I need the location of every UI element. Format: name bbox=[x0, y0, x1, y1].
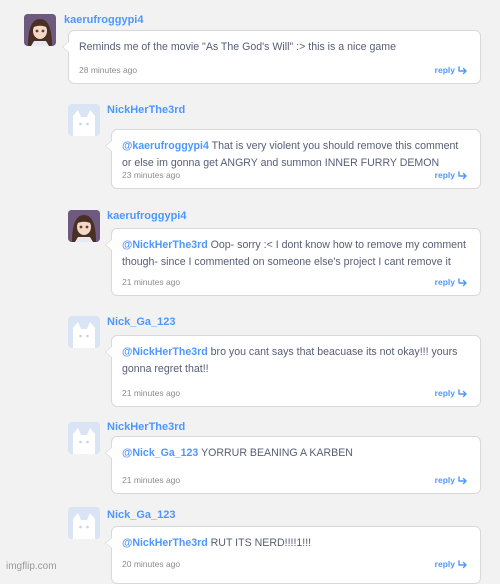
reply-button[interactable]: reply bbox=[435, 475, 468, 485]
comment-timestamp: 23 minutes ago bbox=[122, 170, 181, 180]
reply-arrow-icon bbox=[458, 277, 468, 287]
comment-timestamp: 21 minutes ago bbox=[122, 388, 181, 398]
comment-bubble: @kaerufroggypi4 That is very violent you… bbox=[105, 129, 481, 189]
comment-username[interactable]: Nick_Ga_123 bbox=[107, 316, 176, 328]
comment-mention[interactable]: @NickHerThe3rd bbox=[122, 537, 208, 549]
reply-button[interactable]: reply bbox=[435, 388, 468, 398]
reply-label: reply bbox=[434, 388, 455, 398]
default-cat-avatar-icon[interactable] bbox=[68, 422, 100, 454]
comment-item: kaerufroggypi4 @NickHerThe3rd Oop- sorry… bbox=[0, 197, 500, 305]
comment-mention[interactable]: @Nick_Ga_123 bbox=[122, 447, 198, 459]
girl-avatar-icon[interactable] bbox=[68, 210, 100, 242]
reply-label: reply bbox=[434, 475, 455, 485]
comment-body: RUT ITS NERD!!!!1!!! bbox=[210, 537, 312, 549]
reply-label: reply bbox=[434, 559, 455, 569]
comment-text: @NickHerThe3rd bro you cant says that be… bbox=[122, 344, 466, 378]
comment-item: Nick_Ga_123 @NickHerThe3rd RUT ITS NERD!… bbox=[0, 505, 500, 584]
reply-button[interactable]: reply bbox=[435, 277, 468, 287]
comment-timestamp: 21 minutes ago bbox=[122, 475, 181, 485]
default-cat-avatar-icon[interactable] bbox=[68, 507, 100, 539]
comment-username[interactable]: kaerufroggypi4 bbox=[64, 14, 143, 26]
comment-mention[interactable]: @kaerufroggypi4 bbox=[122, 140, 209, 152]
comment-item: NickHerThe3rd @kaerufroggypi4 That is ve… bbox=[0, 92, 500, 197]
comment-text: @Nick_Ga_123 YORRUR BEANING A KARBEN bbox=[122, 445, 466, 462]
comment-bubble: @Nick_Ga_123 YORRUR BEANING A KARBEN 21 … bbox=[105, 436, 481, 494]
comment-username[interactable]: NickHerThe3rd bbox=[107, 421, 185, 433]
comment-username[interactable]: Nick_Ga_123 bbox=[107, 509, 176, 521]
default-cat-avatar-icon[interactable] bbox=[68, 104, 100, 136]
reply-button[interactable]: reply bbox=[435, 170, 468, 180]
imgflip-watermark: imgflip.com bbox=[6, 561, 57, 572]
comment-mention[interactable]: @NickHerThe3rd bbox=[122, 346, 208, 358]
reply-arrow-icon bbox=[458, 65, 468, 75]
reply-label: reply bbox=[434, 170, 455, 180]
comment-body: YORRUR BEANING A KARBEN bbox=[201, 447, 353, 459]
comment-timestamp: 20 minutes ago bbox=[122, 559, 181, 569]
comment-timestamp: 28 minutes ago bbox=[79, 65, 138, 75]
reply-button[interactable]: reply bbox=[435, 559, 468, 569]
comment-text: @kaerufroggypi4 That is very violent you… bbox=[122, 138, 466, 172]
comment-bubble: @NickHerThe3rd bro you cant says that be… bbox=[105, 335, 481, 407]
comment-text: @NickHerThe3rd RUT ITS NERD!!!!1!!! bbox=[122, 535, 466, 552]
comment-bubble: @NickHerThe3rd RUT ITS NERD!!!!1!!! 20 m… bbox=[105, 526, 481, 584]
comment-body: Reminds me of the movie "As The God's Wi… bbox=[79, 41, 396, 53]
comment-bubble: Reminds me of the movie "As The God's Wi… bbox=[62, 30, 481, 84]
reply-button[interactable]: reply bbox=[435, 65, 468, 75]
default-cat-avatar-icon[interactable] bbox=[68, 316, 100, 348]
reply-arrow-icon bbox=[458, 388, 468, 398]
reply-arrow-icon bbox=[458, 475, 468, 485]
comment-text: @NickHerThe3rd Oop- sorry :< I dont know… bbox=[122, 237, 466, 271]
comment-username[interactable]: kaerufroggypi4 bbox=[107, 210, 186, 222]
reply-label: reply bbox=[434, 65, 455, 75]
reply-label: reply bbox=[434, 277, 455, 287]
comment-text: Reminds me of the movie "As The God's Wi… bbox=[79, 39, 466, 56]
comment-timestamp: 21 minutes ago bbox=[122, 277, 181, 287]
reply-arrow-icon bbox=[458, 170, 468, 180]
girl-avatar-icon[interactable] bbox=[24, 14, 56, 46]
comment-bubble: @NickHerThe3rd Oop- sorry :< I dont know… bbox=[105, 228, 481, 296]
comment-item: kaerufroggypi4 Reminds me of the movie "… bbox=[0, 0, 500, 92]
comment-item: NickHerThe3rd @Nick_Ga_123 YORRUR BEANIN… bbox=[0, 415, 500, 505]
reply-arrow-icon bbox=[458, 559, 468, 569]
comment-username[interactable]: NickHerThe3rd bbox=[107, 104, 185, 116]
comment-item: Nick_Ga_123 @NickHerThe3rd bro you cant … bbox=[0, 305, 500, 415]
comment-mention[interactable]: @NickHerThe3rd bbox=[122, 239, 208, 251]
